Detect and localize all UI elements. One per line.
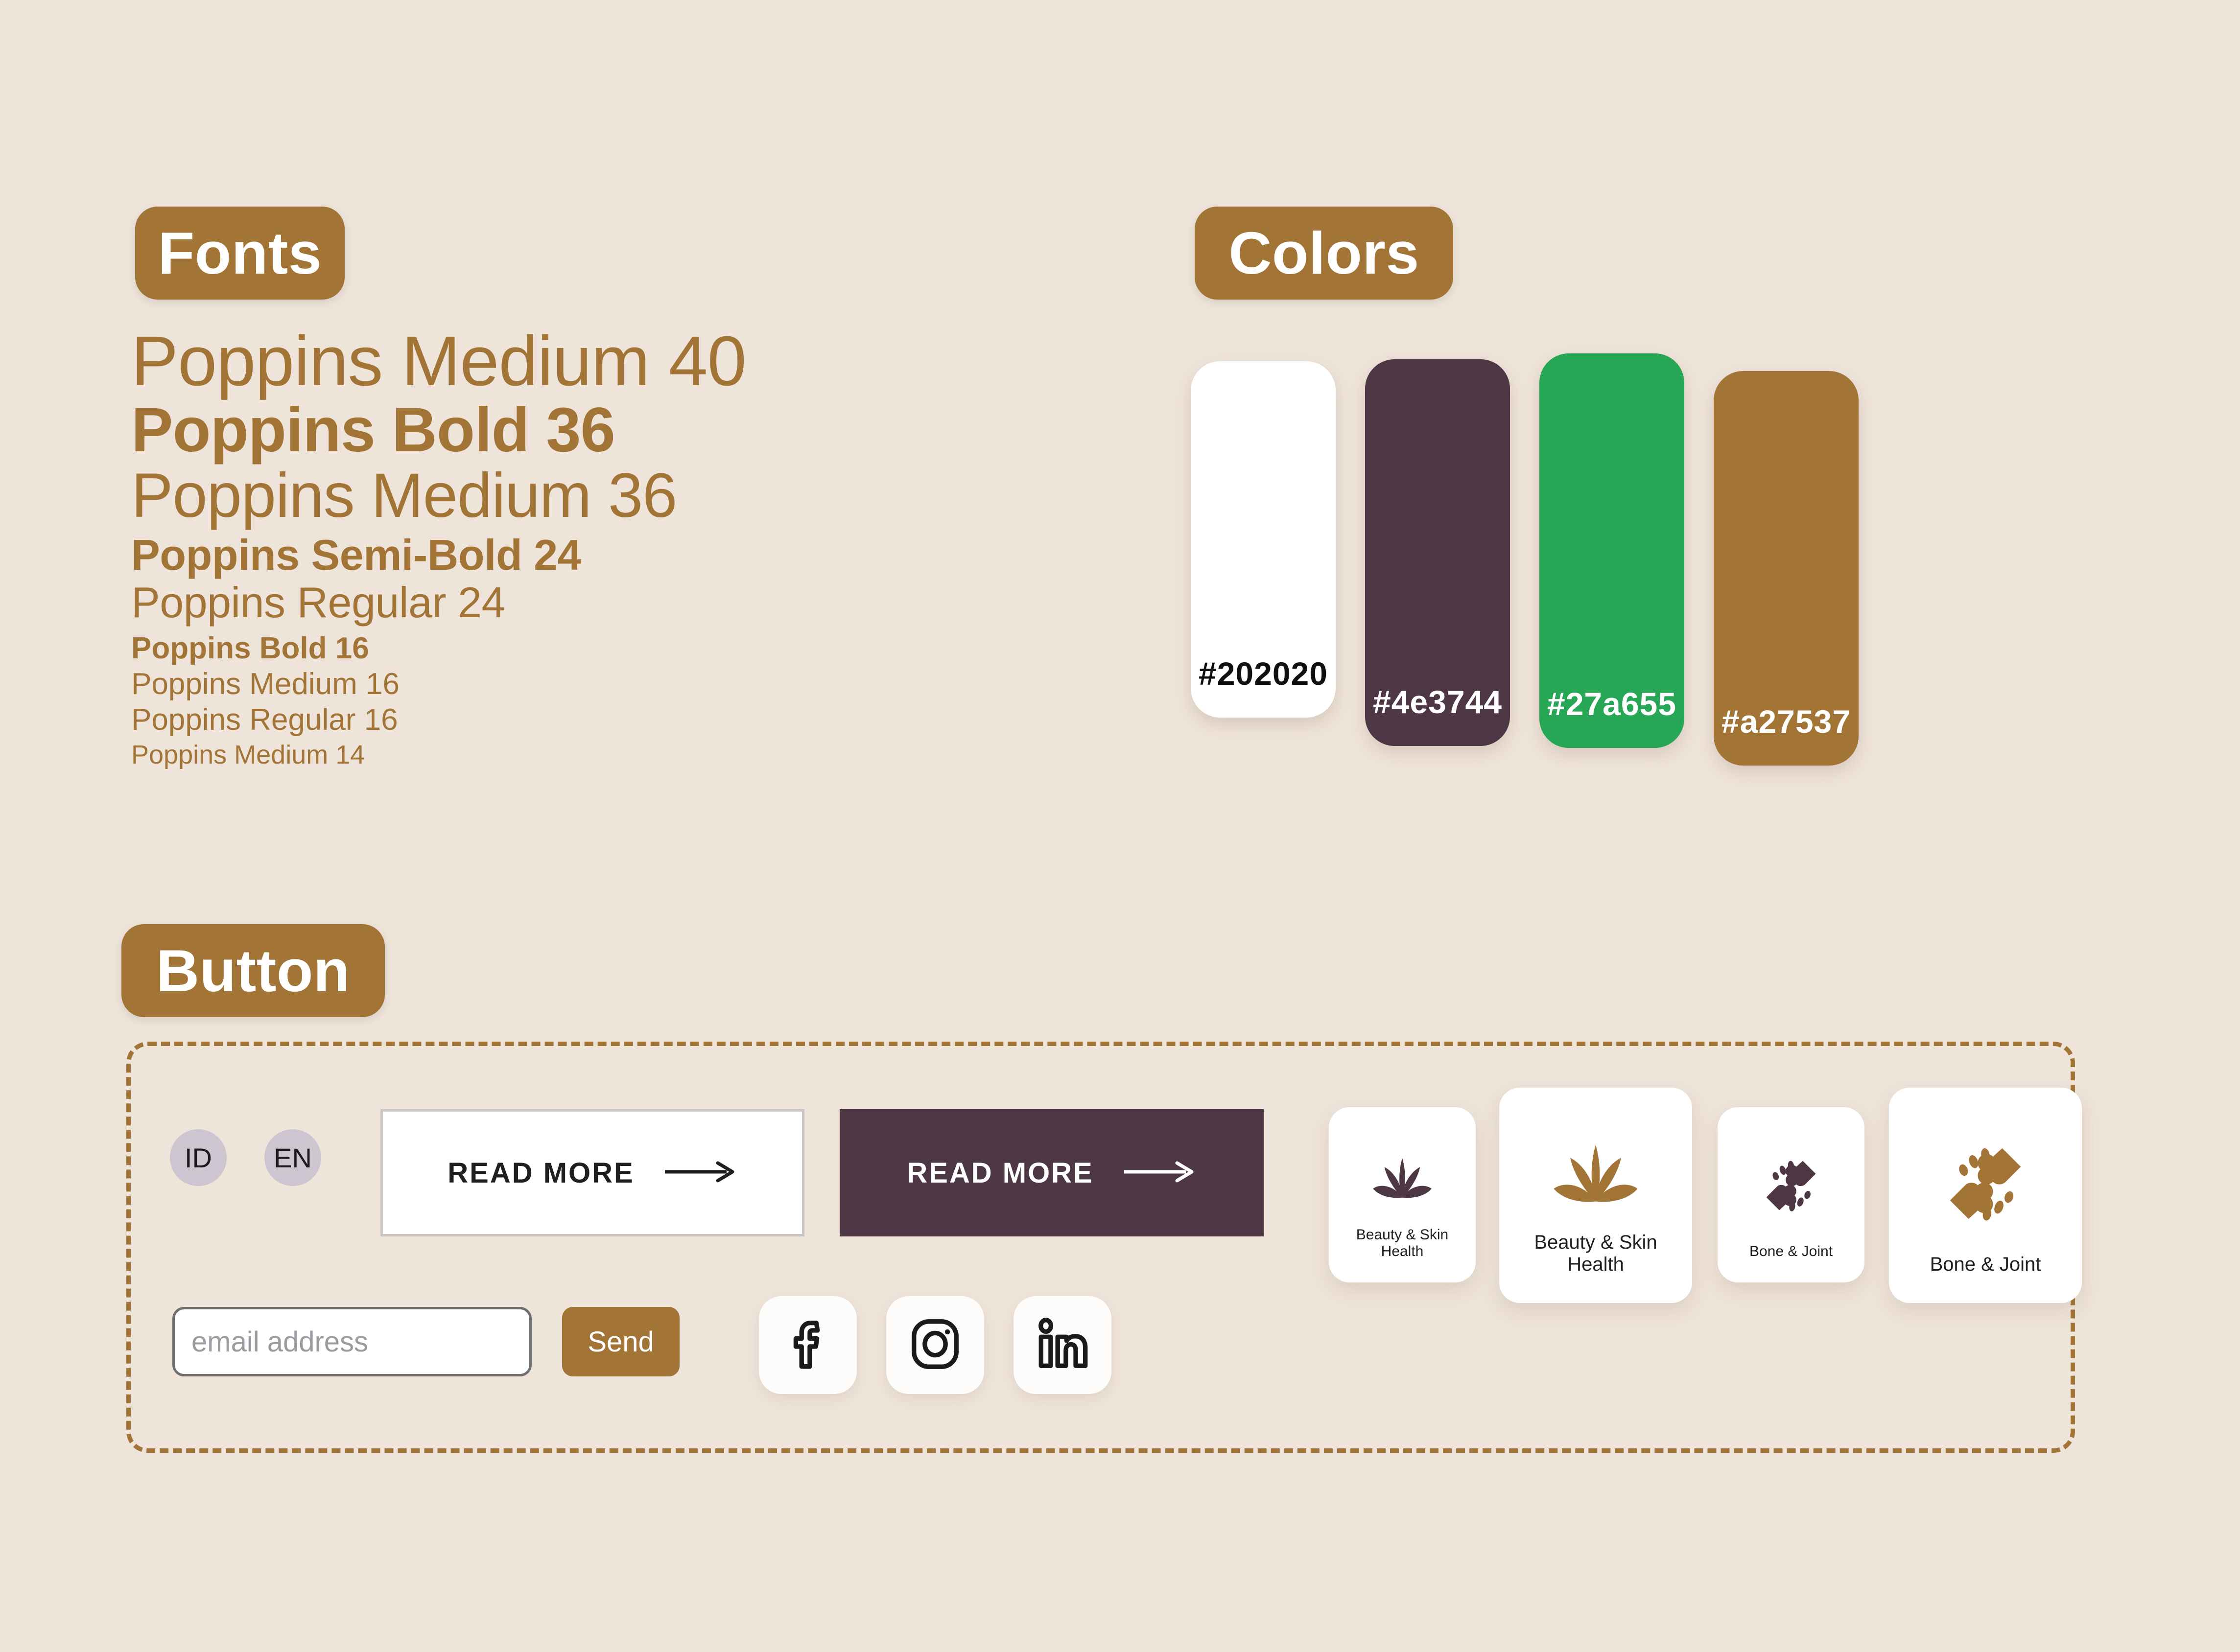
bone-joint-icon bbox=[1894, 1113, 2077, 1254]
font-sample-medium-14: Poppins Medium 14 bbox=[131, 740, 365, 769]
color-swatch-hex: #4e3744 bbox=[1373, 684, 1502, 720]
category-card-label: Bone & Joint bbox=[1930, 1254, 2041, 1275]
lang-toggle-en[interactable]: EN bbox=[264, 1129, 321, 1186]
category-card[interactable]: Beauty & Skin Health bbox=[1329, 1107, 1476, 1282]
linkedin-icon bbox=[1034, 1315, 1091, 1375]
send-button[interactable]: Send bbox=[562, 1307, 680, 1376]
instagram-icon bbox=[906, 1315, 964, 1375]
category-card[interactable]: Bone & Joint bbox=[1718, 1107, 1864, 1282]
color-swatch-hex: #a27537 bbox=[1721, 703, 1851, 740]
font-sample-regular-16: Poppins Regular 16 bbox=[131, 702, 398, 737]
font-sample-semibold-24: Poppins Semi-Bold 24 bbox=[131, 530, 582, 579]
fonts-section-label-text: Fonts bbox=[158, 220, 322, 286]
button-section-label-text: Button bbox=[156, 937, 350, 1004]
font-sample-medium-36: Poppins Medium 36 bbox=[131, 460, 677, 531]
read-more-button-light[interactable]: READ MORE bbox=[380, 1109, 804, 1236]
lang-toggle-en-label: EN bbox=[274, 1142, 312, 1173]
arrow-right-icon bbox=[1123, 1157, 1197, 1189]
fonts-section-label: Fonts bbox=[135, 207, 345, 300]
colors-section-label-text: Colors bbox=[1228, 220, 1419, 286]
read-more-button-light-label: READ MORE bbox=[448, 1157, 635, 1189]
color-swatch-list: #202020 #4e3744 #27a655 #a27537 bbox=[1191, 353, 1888, 766]
social-link-instagram[interactable] bbox=[886, 1296, 984, 1394]
font-sample-medium-40: Poppins Medium 40 bbox=[131, 322, 747, 400]
category-card-label: Beauty & Skin Health bbox=[1356, 1227, 1449, 1259]
lotus-icon bbox=[1504, 1113, 1687, 1232]
social-link-facebook[interactable] bbox=[759, 1296, 857, 1394]
button-section-label: Button bbox=[121, 924, 385, 1017]
font-sample-regular-24: Poppins Regular 24 bbox=[131, 578, 505, 627]
font-sample-medium-16: Poppins Medium 16 bbox=[131, 667, 400, 701]
font-sample-bold-36: Poppins Bold 36 bbox=[131, 395, 615, 465]
font-sample-bold-16: Poppins Bold 16 bbox=[131, 631, 369, 666]
facebook-icon bbox=[779, 1315, 837, 1375]
social-link-linkedin[interactable] bbox=[1014, 1296, 1111, 1394]
read-more-button-dark-label: READ MORE bbox=[907, 1157, 1094, 1189]
arrow-right-icon bbox=[664, 1157, 737, 1189]
bone-joint-icon bbox=[1722, 1128, 1860, 1243]
color-swatch-hex: #202020 bbox=[1199, 655, 1328, 692]
lang-toggle-id-label: ID bbox=[185, 1142, 212, 1173]
colors-section-label: Colors bbox=[1195, 207, 1453, 300]
color-swatch-hex: #27a655 bbox=[1547, 686, 1676, 722]
color-swatch[interactable]: #202020 bbox=[1191, 361, 1336, 718]
color-swatch[interactable]: #4e3744 bbox=[1365, 359, 1510, 746]
category-card[interactable]: Bone & Joint bbox=[1889, 1088, 2082, 1303]
read-more-button-dark[interactable]: READ MORE bbox=[840, 1109, 1264, 1236]
email-input[interactable] bbox=[172, 1307, 532, 1376]
color-swatch[interactable]: #27a655 bbox=[1539, 353, 1684, 748]
category-card[interactable]: Beauty & Skin Health bbox=[1499, 1088, 1692, 1303]
lotus-icon bbox=[1334, 1128, 1471, 1227]
category-card-label: Beauty & Skin Health bbox=[1534, 1232, 1657, 1275]
font-sample-list: Poppins Medium 40 Poppins Bold 36 Poppin… bbox=[131, 322, 747, 769]
category-card-label: Bone & Joint bbox=[1749, 1243, 1833, 1259]
color-swatch[interactable]: #a27537 bbox=[1714, 371, 1859, 766]
lang-toggle-id[interactable]: ID bbox=[170, 1129, 227, 1186]
